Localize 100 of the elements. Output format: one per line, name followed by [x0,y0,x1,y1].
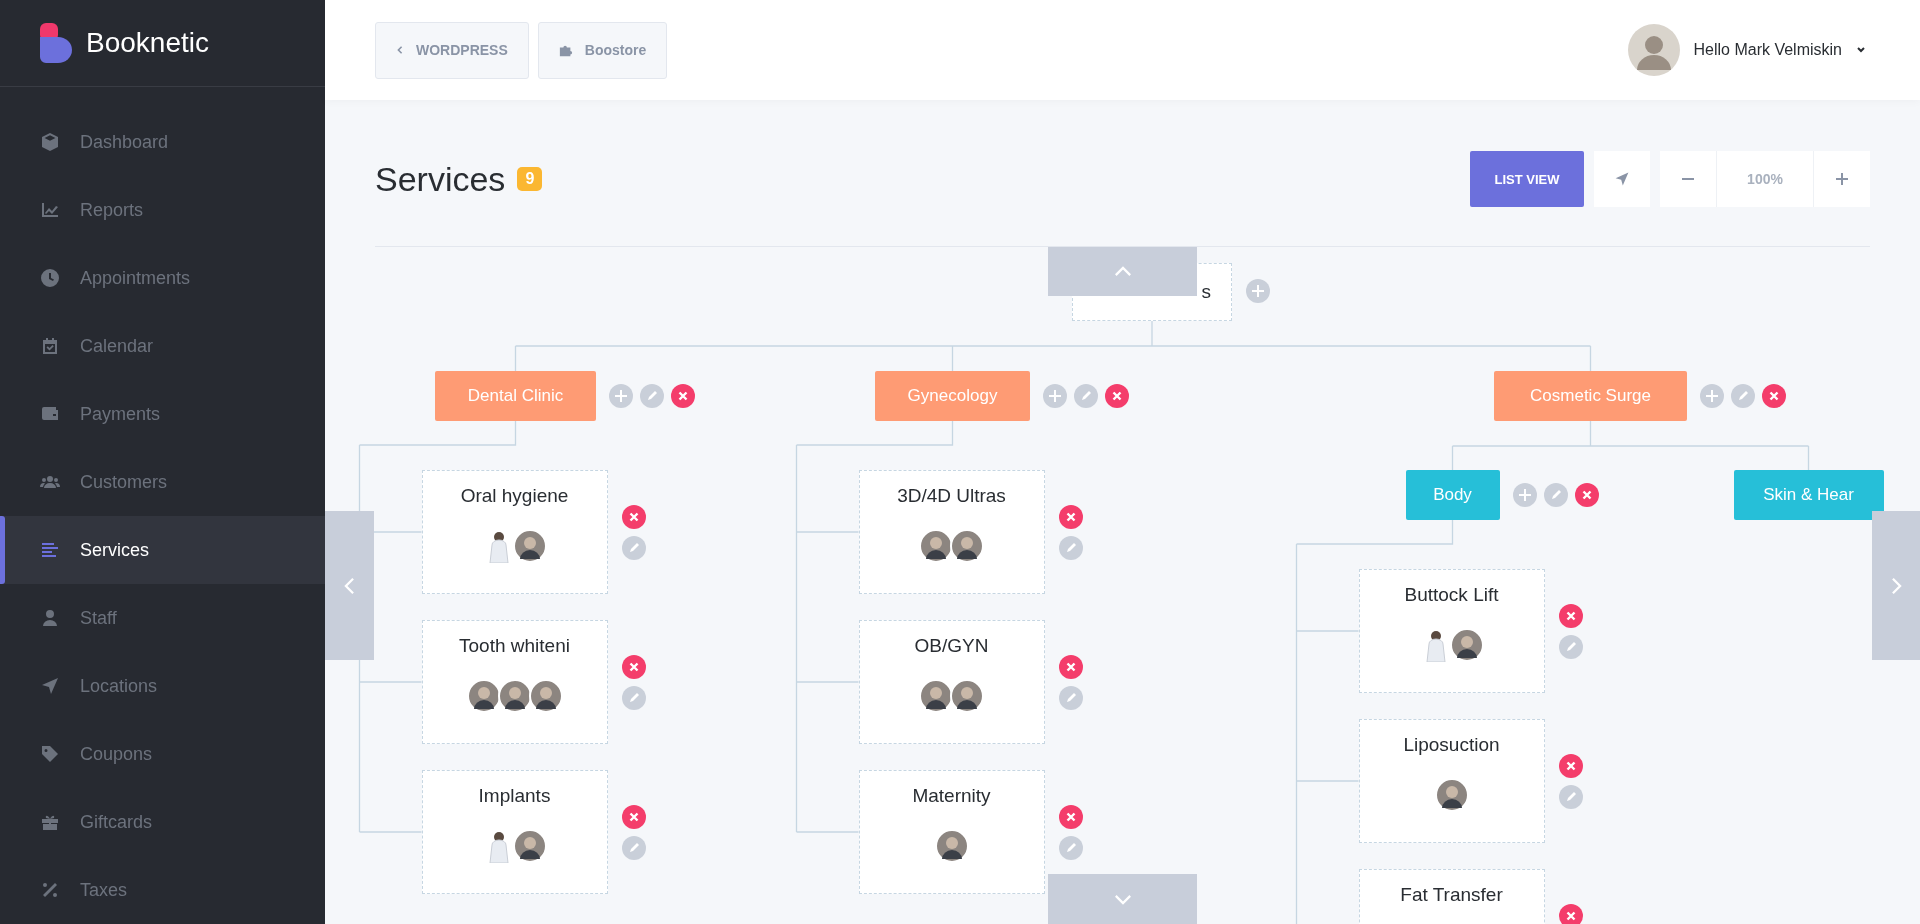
staff-avatar [466,679,501,713]
list-view-button[interactable]: LIST VIEW [1470,151,1584,207]
logo-icon [40,23,72,63]
tag-icon [40,744,60,764]
page-title: Services [375,159,506,199]
chevron-down-icon [1113,893,1132,905]
sidebar-item[interactable]: Appointments [0,244,325,312]
delete-icon[interactable] [1574,483,1599,507]
delete-icon[interactable] [1058,505,1083,529]
chevron-up-icon [1113,266,1132,277]
edit-icon[interactable] [1074,384,1098,408]
category-node[interactable]: Gynecology [875,371,1030,421]
delete-icon[interactable] [1058,655,1083,679]
service-card[interactable]: Maternity [858,770,1045,894]
staff-avatar [950,679,984,713]
zoom-level: 100% [1717,151,1813,207]
zoom-in-button[interactable] [1814,151,1870,207]
count-badge: 9 [517,167,543,191]
category-node[interactable]: Skin & Hear [1733,470,1884,520]
service-card[interactable]: Liposuction [1358,719,1545,843]
add-icon[interactable] [1700,384,1724,408]
chevron-right-icon [1890,576,1902,595]
category-node[interactable]: Cosmetic Surge [1494,371,1687,421]
edit-icon[interactable] [621,686,646,710]
sidebar-item[interactable]: Staff [0,584,325,652]
location-arrow-icon [40,676,60,696]
edit-icon[interactable] [1558,785,1583,809]
sidebar-item[interactable]: Calendar [0,312,325,380]
puzzle-icon [558,43,573,57]
tree-node-label[interactable]: s [1201,281,1211,303]
delete-icon[interactable] [621,505,646,529]
service-card[interactable]: Implants [421,770,608,894]
add-icon[interactable] [1043,384,1067,408]
sidebar-item[interactable]: Reports [0,176,325,244]
scroll-up-button[interactable] [1048,247,1197,296]
edit-icon[interactable] [1558,635,1583,659]
add-icon[interactable] [1512,483,1537,507]
chevron-left-icon [396,46,404,54]
service-card[interactable]: 3D/4D Ultras [858,470,1045,594]
edit-icon[interactable] [1058,686,1083,710]
delete-icon[interactable] [1558,754,1583,778]
locate-button[interactable] [1594,151,1650,207]
add-icon[interactable] [609,384,633,408]
delete-icon[interactable] [1558,604,1583,628]
service-card[interactable]: OB/GYN [858,620,1045,744]
service-name: Liposuction [1403,734,1500,756]
service-name: Implants [478,785,551,807]
edit-icon[interactable] [640,384,664,408]
category-node[interactable]: Dental Clinic [435,371,596,421]
scroll-right-button[interactable] [1872,511,1920,660]
sidebar-item[interactable]: Dashboard [0,108,325,176]
calendar-icon [40,336,60,356]
staff-avatar [919,529,953,563]
staff-avatar [934,829,969,863]
add-icon[interactable] [1246,279,1270,303]
delete-icon[interactable] [621,655,646,679]
sidebar-item[interactable]: Taxes [0,856,325,924]
staff-avatar [513,529,547,563]
category-node[interactable]: Body [1405,470,1500,520]
sidebar-item[interactable]: Locations [0,652,325,720]
service-card[interactable]: Fat Transfer [1358,869,1545,924]
scroll-left-button[interactable] [325,511,374,660]
edit-icon[interactable] [1058,536,1083,560]
sidebar-item[interactable]: Customers [0,448,325,516]
edit-icon[interactable] [1058,836,1083,860]
service-name: OB/GYN [914,635,989,657]
delete-icon[interactable] [1058,805,1083,829]
sidebar-item[interactable]: Payments [0,380,325,448]
sidebar-item[interactable]: Giftcards [0,788,325,856]
chart-icon [40,200,60,220]
staff-avatar [1450,628,1484,662]
delete-icon[interactable] [671,384,695,408]
delete-icon[interactable] [1105,384,1129,408]
staff-avatar [1434,778,1469,812]
service-card[interactable]: Buttock Lift [1358,569,1545,693]
sidebar-item[interactable]: Coupons [0,720,325,788]
scroll-down-button[interactable] [1048,874,1197,924]
clock-icon [40,268,60,288]
store-button[interactable]: Boostore [537,21,668,79]
delete-icon[interactable] [1558,904,1583,924]
back-button[interactable]: WORDPRESS [375,21,529,79]
service-name: Oral hygiene [460,485,569,507]
chevron-left-icon [344,576,355,595]
delete-icon[interactable] [621,805,646,829]
service-card[interactable]: Oral hygiene [421,470,608,594]
edit-icon[interactable] [1731,384,1755,408]
sidebar-item[interactable]: Services [0,516,325,584]
staff-avatar [528,679,563,713]
zoom-out-button[interactable] [1660,151,1716,207]
user-icon [40,608,60,628]
service-card[interactable]: Tooth whiteni [421,620,608,744]
staff-avatar [513,829,547,863]
edit-icon[interactable] [621,536,646,560]
user-menu[interactable]: Hello Mark Velmiskin [1627,24,1870,76]
delete-icon[interactable] [1762,384,1786,408]
edit-icon[interactable] [1543,483,1568,507]
avatar-icon [1627,24,1680,76]
edit-icon[interactable] [621,836,646,860]
staff-avatar [497,679,532,713]
plus-icon [1835,172,1849,186]
